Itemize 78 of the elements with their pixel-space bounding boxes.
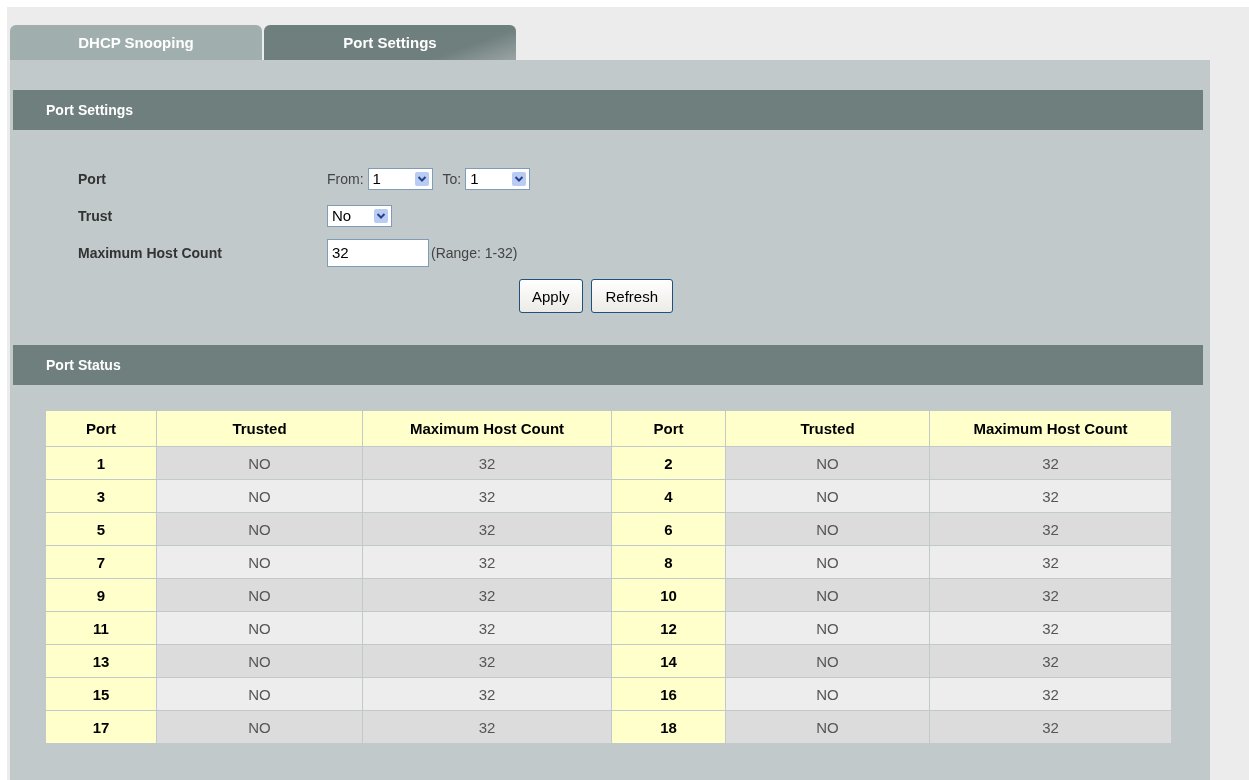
table-cell: NO: [156, 479, 363, 513]
table-cell: 12: [611, 611, 726, 645]
column-header: Port: [45, 410, 157, 447]
table-cell: 32: [362, 545, 612, 579]
caret-icon[interactable]: [512, 171, 527, 186]
table-cell: 32: [362, 512, 612, 546]
table-cell: 32: [362, 479, 612, 513]
section-header: Port Settings: [13, 90, 1203, 130]
trust-dropdown[interactable]: No: [327, 204, 392, 227]
table-cell: 3: [45, 479, 157, 513]
column-header: Port: [611, 410, 726, 447]
table-cell: 32: [929, 479, 1172, 513]
table-cell: NO: [725, 611, 930, 645]
table-cell: NO: [156, 677, 363, 711]
table-cell: NO: [156, 710, 363, 744]
table-cell: 9: [45, 578, 157, 612]
to-dropdown[interactable]: 1: [465, 167, 531, 190]
table-cell: 6: [611, 512, 726, 546]
table-cell: 14: [611, 644, 726, 678]
caret-icon[interactable]: [414, 171, 429, 186]
table-cell: 32: [929, 446, 1172, 480]
table-cell: NO: [156, 611, 363, 645]
input-field[interactable]: 32: [327, 238, 429, 267]
table-cell: 32: [929, 578, 1172, 612]
apply-button[interactable]: Apply: [519, 279, 583, 313]
table-cell: 1: [45, 446, 157, 480]
table-cell: 10: [611, 578, 726, 612]
field-label: Trust: [78, 207, 114, 224]
table-cell: NO: [725, 710, 930, 744]
table-cell: NO: [725, 512, 930, 546]
table-cell: NO: [156, 644, 363, 678]
table-cell: 2: [611, 446, 726, 480]
table-cell: 7: [45, 545, 157, 579]
table-cell: 8: [611, 545, 726, 579]
table-cell: NO: [156, 545, 363, 579]
table-cell: 32: [929, 512, 1172, 546]
table-cell: 18: [611, 710, 726, 744]
table-cell: 4: [611, 479, 726, 513]
table-cell: 15: [45, 677, 157, 711]
table-cell: NO: [156, 512, 363, 546]
table-cell: 32: [362, 644, 612, 678]
table-cell: 32: [362, 677, 612, 711]
table-cell: NO: [725, 644, 930, 678]
column-header: Trusted: [725, 410, 930, 447]
table-cell: 32: [929, 644, 1172, 678]
table-cell: 17: [45, 710, 157, 744]
from-dropdown[interactable]: 1: [367, 167, 433, 190]
table-cell: 5: [45, 512, 157, 546]
column-header: Maximum Host Count: [362, 410, 612, 447]
field-label: Port: [78, 170, 107, 187]
field-label: From:: [327, 170, 364, 187]
table-cell: 13: [45, 644, 157, 678]
field-label: To:: [442, 170, 462, 187]
table-cell: NO: [725, 677, 930, 711]
table-cell: 32: [362, 710, 612, 744]
field-label: Maximum Host Count: [78, 244, 223, 261]
range-hint: (Range: 1-32): [431, 244, 518, 261]
table-cell: 32: [929, 545, 1172, 579]
tab[interactable]: Port Settings: [264, 25, 516, 60]
section-header: Port Status: [13, 345, 1203, 385]
column-header: Maximum Host Count: [929, 410, 1172, 447]
table-cell: 32: [362, 446, 612, 480]
table-cell: NO: [156, 578, 363, 612]
table-cell: 32: [362, 611, 612, 645]
column-header: Trusted: [156, 410, 363, 447]
refresh-button[interactable]: Refresh: [590, 279, 674, 313]
table-cell: NO: [725, 578, 930, 612]
table-cell: 32: [929, 611, 1172, 645]
table-cell: NO: [725, 545, 930, 579]
table-cell: NO: [156, 446, 363, 480]
table-cell: 32: [362, 578, 612, 612]
table-cell: NO: [725, 479, 930, 513]
table-cell: 16: [611, 677, 726, 711]
table-cell: 11: [45, 611, 157, 645]
caret-icon[interactable]: [374, 208, 388, 223]
table-cell: 32: [929, 710, 1172, 744]
table-cell: NO: [725, 446, 930, 480]
table-cell: 32: [929, 677, 1172, 711]
